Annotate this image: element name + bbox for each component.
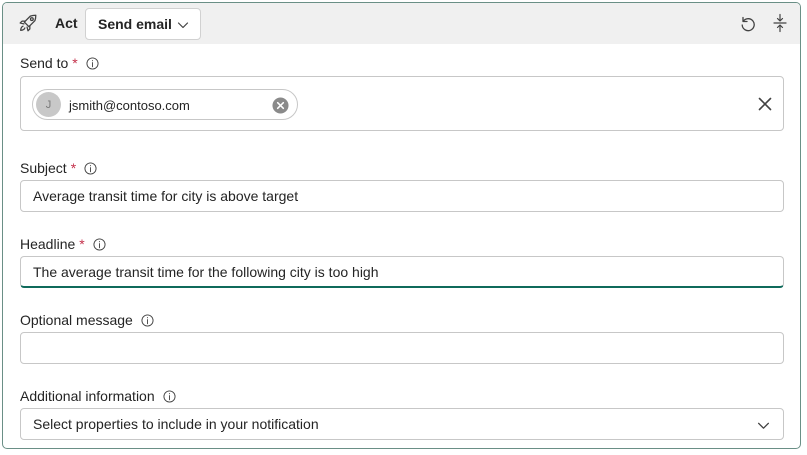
- recipient-email: jsmith@contoso.com: [69, 98, 190, 113]
- additional-info-label: Additional information: [20, 388, 176, 404]
- additional-info-placeholder: Select properties to include in your not…: [33, 416, 319, 432]
- info-icon[interactable]: [93, 237, 106, 251]
- optional-message-input[interactable]: [20, 332, 784, 364]
- send-to-field[interactable]: J jsmith@contoso.com: [20, 76, 784, 131]
- required-marker: *: [79, 236, 85, 252]
- collapse-icon[interactable]: [771, 13, 789, 33]
- info-icon[interactable]: [163, 389, 176, 403]
- required-marker: *: [72, 55, 78, 71]
- additional-info-select[interactable]: Select properties to include in your not…: [20, 408, 784, 440]
- chevron-down-icon: [177, 22, 189, 29]
- headline-input[interactable]: The average transit time for the followi…: [20, 256, 784, 288]
- headline-value: The average transit time for the followi…: [33, 263, 379, 280]
- close-icon[interactable]: [757, 96, 773, 112]
- action-card: Act Send email Send to * J jsmith@contos…: [2, 2, 801, 449]
- subject-label-text: Subject: [20, 160, 67, 176]
- action-type-dropdown[interactable]: Send email: [85, 8, 201, 40]
- subject-value: Average transit time for city is above t…: [33, 188, 299, 204]
- info-icon[interactable]: [84, 161, 97, 175]
- send-to-label: Send to *: [20, 55, 99, 71]
- rocket-icon: [19, 14, 37, 32]
- send-to-label-text: Send to: [20, 55, 69, 71]
- headline-label: Headline *: [20, 236, 106, 252]
- undo-icon[interactable]: [739, 14, 757, 32]
- recipient-chip[interactable]: J jsmith@contoso.com: [32, 89, 298, 120]
- optional-message-label: Optional message: [20, 312, 154, 328]
- subject-input[interactable]: Average transit time for city is above t…: [20, 180, 784, 212]
- headline-label-text: Headline: [20, 236, 76, 252]
- info-icon[interactable]: [141, 313, 154, 327]
- dismiss-circle-icon[interactable]: [272, 97, 289, 114]
- subject-label: Subject *: [20, 160, 97, 176]
- action-type-label: Send email: [98, 16, 172, 32]
- chevron-down-icon: [757, 422, 770, 429]
- avatar: J: [36, 92, 61, 117]
- act-title: Act: [55, 15, 78, 31]
- card-header: Act Send email: [3, 3, 800, 44]
- optional-message-label-text: Optional message: [20, 312, 133, 328]
- required-marker: *: [70, 160, 77, 176]
- additional-info-label-text: Additional information: [20, 388, 155, 404]
- info-icon[interactable]: [86, 56, 99, 70]
